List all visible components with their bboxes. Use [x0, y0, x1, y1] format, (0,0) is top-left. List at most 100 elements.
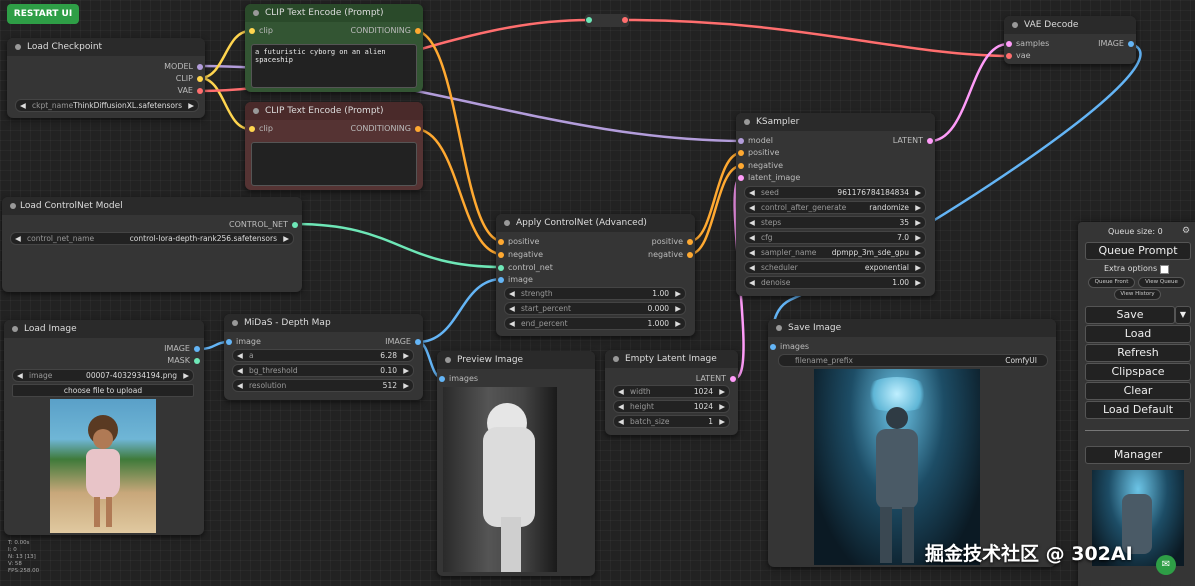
chevron-right-icon[interactable]: ▶	[915, 247, 921, 258]
seed-widget[interactable]: ◀ seed 961176784184834 ▶	[744, 186, 926, 199]
samples-input[interactable]: samples	[1006, 38, 1049, 50]
node-canvas[interactable]: RESTART UI Load Checkpoint MODEL CLIP VA…	[0, 0, 1195, 586]
scheduler-widget[interactable]: ◀ scheduler exponential ▶	[744, 261, 926, 274]
ksampler-node[interactable]: KSampler model positive negative latent_…	[736, 113, 935, 296]
refresh-button[interactable]: Refresh	[1085, 344, 1191, 362]
image-input[interactable]: image	[498, 274, 533, 286]
node-title[interactable]: Save Image	[768, 319, 1056, 337]
chevron-left-icon[interactable]: ◀	[749, 217, 755, 228]
chevron-left-icon[interactable]: ◀	[749, 262, 755, 273]
strength-widget[interactable]: ◀ strength 1.00 ▶	[504, 287, 686, 300]
chevron-right-icon[interactable]: ▶	[403, 365, 409, 376]
extra-options-checkbox[interactable]	[1160, 265, 1169, 274]
midas-depth-map-node[interactable]: MiDaS - Depth Map image IMAGE ◀ a 6.28 ▶ ◀ b…	[224, 314, 423, 400]
empty-latent-image-node[interactable]: Empty Latent Image LATENT ◀ width 1024 ▶ ◀ h…	[605, 350, 738, 435]
apply-controlnet-node[interactable]: Apply ControlNet (Advanced) positive neg…	[496, 214, 695, 336]
queue-panel[interactable]: Queue size: 0 ⚙ Queue Prompt Extra optio…	[1078, 222, 1195, 586]
chevron-right-icon[interactable]: ▶	[403, 380, 409, 391]
prompt-textarea[interactable]: a futuristic cyborg on an alien spaceshi…	[251, 44, 417, 88]
chevron-left-icon[interactable]: ◀	[749, 187, 755, 198]
height-widget[interactable]: ◀ height 1024 ▶	[613, 400, 730, 413]
vae-output[interactable]: VAE	[178, 85, 203, 97]
end-percent-widget[interactable]: ◀ end_percent 1.000 ▶	[504, 317, 686, 330]
filename-prefix-widget[interactable]: filename_prefix ComfyUI	[778, 354, 1048, 367]
load-image-node[interactable]: Load Image IMAGE MASK ◀ image 00007-403293…	[4, 320, 204, 535]
restart-ui-button[interactable]: RESTART UI	[7, 4, 79, 24]
image-input[interactable]: image	[226, 336, 261, 348]
save-button[interactable]: Save	[1085, 306, 1175, 324]
clip-text-encode-negative-node[interactable]: CLIP Text Encode (Prompt) clip CONDITION…	[245, 102, 423, 190]
conditioning-output[interactable]: CONDITIONING	[351, 25, 421, 37]
mask-output[interactable]: MASK	[167, 355, 200, 367]
chevron-right-icon[interactable]: ▶	[675, 288, 681, 299]
negative-prompt-textarea[interactable]	[251, 142, 417, 186]
view-history-button[interactable]: View History	[1114, 289, 1161, 300]
image-output[interactable]: IMAGE	[1098, 38, 1134, 50]
a-widget[interactable]: ◀ a 6.28 ▶	[232, 349, 414, 362]
load-button[interactable]: Load	[1085, 325, 1191, 343]
chevron-left-icon[interactable]: ◀	[509, 303, 515, 314]
node-title[interactable]: Preview Image	[437, 351, 595, 369]
chevron-right-icon[interactable]: ▶	[915, 217, 921, 228]
model-input[interactable]: model	[738, 135, 773, 147]
node-title[interactable]: MiDaS - Depth Map	[224, 314, 423, 332]
chevron-left-icon[interactable]: ◀	[237, 350, 243, 361]
clip-text-encode-positive-node[interactable]: CLIP Text Encode (Prompt) clip CONDITION…	[245, 4, 423, 92]
control-net-name-widget[interactable]: ◀ control_net_name control-lora-depth-ra…	[10, 232, 294, 245]
batch-size-widget[interactable]: ◀ batch_size 1 ▶	[613, 415, 730, 428]
view-queue-button[interactable]: View Queue	[1138, 277, 1185, 288]
chevron-right-icon[interactable]: ▶	[915, 187, 921, 198]
clip-input[interactable]: clip	[249, 25, 273, 37]
images-input[interactable]: images	[439, 373, 478, 385]
resolution-widget[interactable]: ◀ resolution 512 ▶	[232, 379, 414, 392]
latent-image-input[interactable]: latent_image	[738, 172, 800, 184]
node-title[interactable]: CLIP Text Encode (Prompt)	[245, 4, 423, 22]
upload-button[interactable]: choose file to upload	[12, 384, 194, 397]
sampler-name-widget[interactable]: ◀ sampler_name dpmpp_3m_sde_gpu ▶	[744, 246, 926, 259]
chevron-left-icon[interactable]: ◀	[618, 386, 624, 397]
positive-input[interactable]: positive	[498, 236, 539, 248]
chevron-left-icon[interactable]: ◀	[15, 233, 21, 244]
chat-icon[interactable]: ✉	[1156, 555, 1176, 575]
chevron-right-icon[interactable]: ▶	[719, 416, 725, 427]
chevron-left-icon[interactable]: ◀	[237, 380, 243, 391]
width-widget[interactable]: ◀ width 1024 ▶	[613, 385, 730, 398]
chevron-left-icon[interactable]: ◀	[509, 318, 515, 329]
node-title[interactable]: Load ControlNet Model	[2, 197, 302, 215]
chevron-right-icon[interactable]: ▶	[183, 370, 189, 381]
chevron-right-icon[interactable]: ▶	[915, 262, 921, 273]
control-net-input[interactable]: control_net	[498, 262, 553, 274]
vae-decode-node[interactable]: VAE Decode samples vae IMAGE	[1004, 16, 1136, 64]
chevron-left-icon[interactable]: ◀	[749, 232, 755, 243]
queue-front-button[interactable]: Queue Front	[1088, 277, 1135, 288]
chevron-left-icon[interactable]: ◀	[509, 288, 515, 299]
node-title[interactable]: CLIP Text Encode (Prompt)	[245, 102, 423, 120]
clipspace-button[interactable]: Clipspace	[1085, 363, 1191, 381]
bg-threshold-widget[interactable]: ◀ bg_threshold 0.10 ▶	[232, 364, 414, 377]
chevron-left-icon[interactable]: ◀	[618, 401, 624, 412]
vae-input[interactable]: vae	[1006, 50, 1031, 62]
image-output[interactable]: IMAGE	[164, 343, 200, 355]
load-controlnet-node[interactable]: Load ControlNet Model CONTROL_NET ◀ cont…	[2, 197, 302, 292]
control-after-generate-widget[interactable]: ◀ control_after_generate randomize ▶	[744, 201, 926, 214]
chevron-right-icon[interactable]: ▶	[403, 350, 409, 361]
chevron-right-icon[interactable]: ▶	[719, 386, 725, 397]
chevron-left-icon[interactable]: ◀	[749, 202, 755, 213]
negative-input[interactable]: negative	[498, 249, 543, 261]
node-title[interactable]: KSampler	[736, 113, 935, 131]
image-output[interactable]: IMAGE	[385, 336, 421, 348]
manager-button[interactable]: Manager	[1085, 446, 1191, 464]
positive-output[interactable]: positive	[652, 236, 693, 248]
settings-gear-icon[interactable]: ⚙	[1182, 226, 1190, 236]
chevron-left-icon[interactable]: ◀	[20, 100, 26, 111]
conditioning-output[interactable]: CONDITIONING	[351, 123, 421, 135]
chevron-left-icon[interactable]: ◀	[749, 247, 755, 258]
save-image-node[interactable]: Save Image images filename_prefix ComfyUI	[768, 319, 1056, 567]
start-percent-widget[interactable]: ◀ start_percent 0.000 ▶	[504, 302, 686, 315]
images-input[interactable]: images	[770, 341, 809, 353]
node-title[interactable]: Empty Latent Image	[605, 350, 738, 368]
clear-button[interactable]: Clear	[1085, 382, 1191, 400]
chevron-left-icon[interactable]: ◀	[237, 365, 243, 376]
chevron-right-icon[interactable]: ▶	[915, 277, 921, 288]
denoise-widget[interactable]: ◀ denoise 1.00 ▶	[744, 276, 926, 289]
